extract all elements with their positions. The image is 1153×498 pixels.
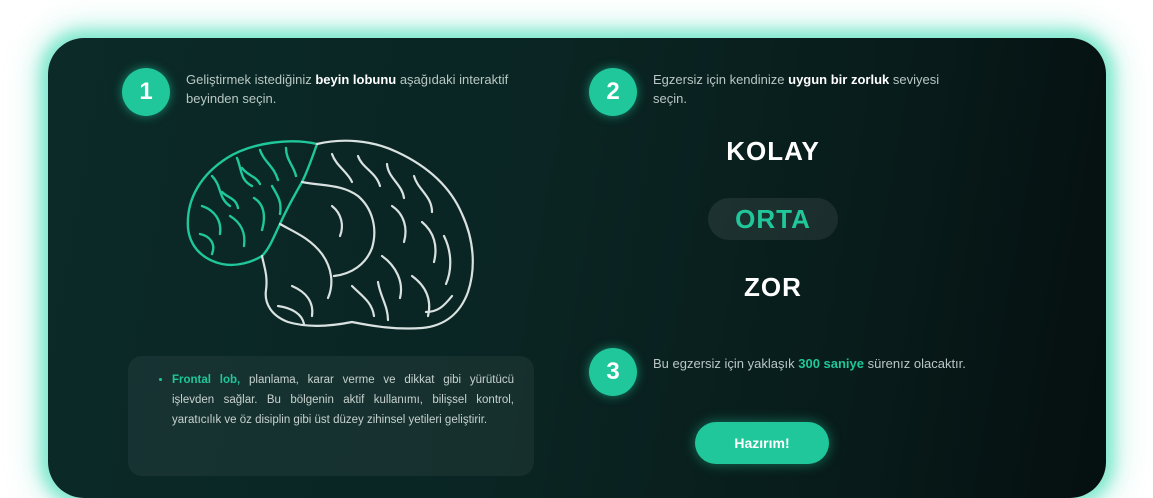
brain-icon	[186, 139, 474, 330]
difficulty-hard-option[interactable]: ZOR	[708, 266, 838, 308]
ready-button[interactable]: Hazırım!	[695, 422, 829, 464]
difficulty-easy-option[interactable]: KOLAY	[708, 130, 838, 172]
lobe-description: Frontal lob, planlama, karar verme ve di…	[172, 370, 514, 430]
step-1-badge: 1	[122, 68, 170, 116]
step-3-badge: 3	[589, 348, 637, 396]
step-3-instruction: Bu egzersiz için yaklaşık 300 saniye sür…	[653, 356, 966, 371]
difficulty-medium-option[interactable]: ORTA	[708, 198, 838, 240]
lobe-name: Frontal lob,	[172, 374, 241, 386]
step-2-instruction: Egzersiz için kendinize uygun bir zorluk…	[653, 72, 940, 106]
step-1-instruction: Geliştirmek istediğiniz beyin lobunu aşa…	[186, 72, 509, 106]
exercise-setup-card: 1 Geliştirmek istediğiniz beyin lobunu a…	[48, 38, 1106, 498]
step-2-badge: 2	[589, 68, 637, 116]
lobe-info-box: Frontal lob, planlama, karar verme ve di…	[128, 356, 534, 476]
frontal-lobe[interactable]	[186, 140, 319, 267]
